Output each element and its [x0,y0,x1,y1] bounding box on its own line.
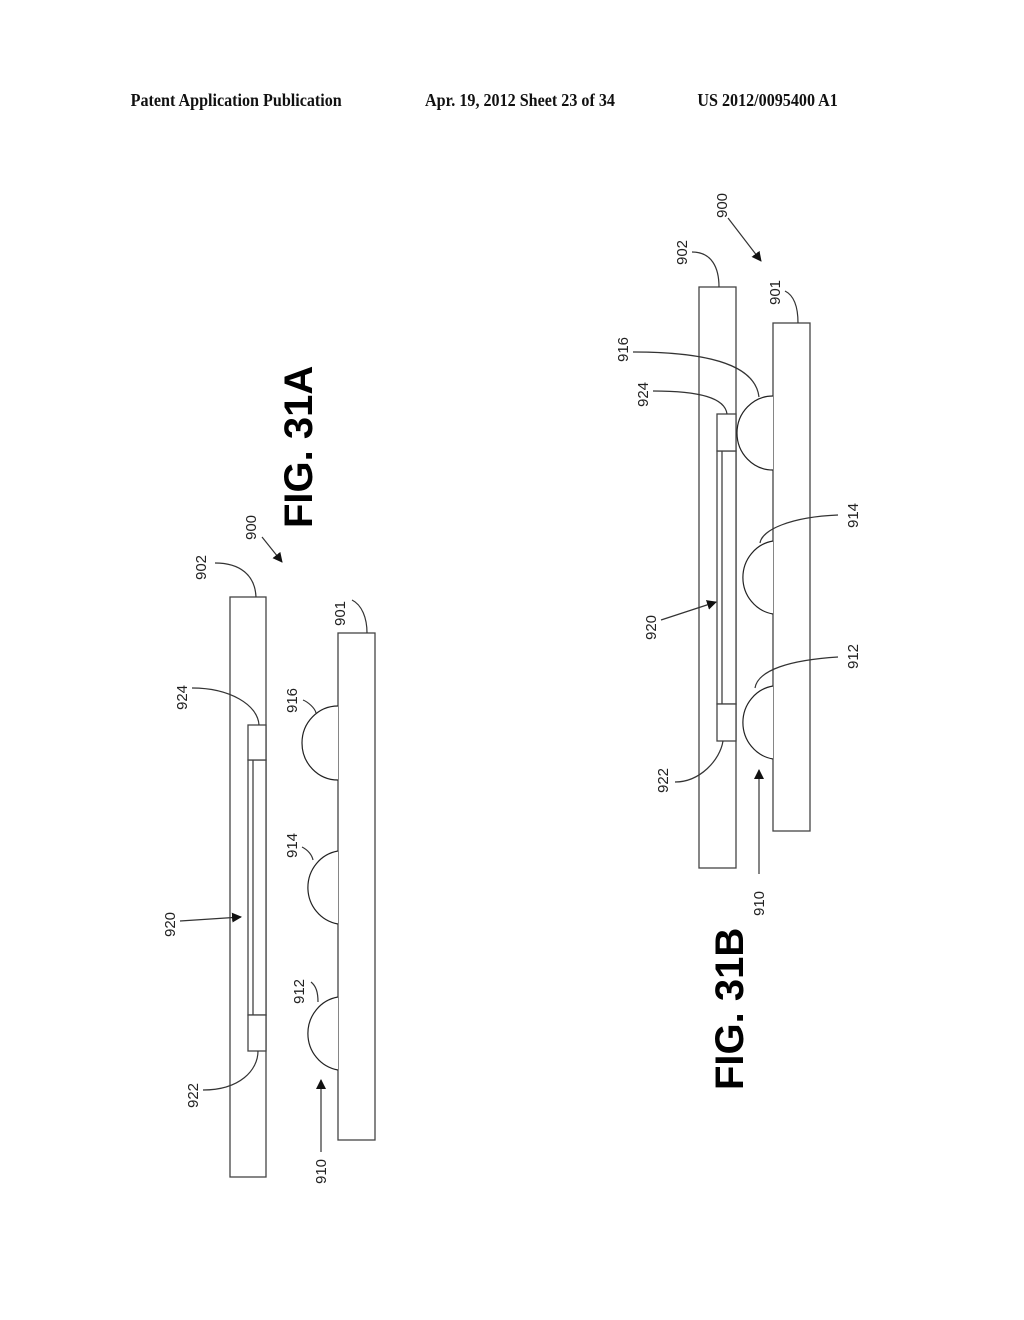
solder-bump-bottom [307,996,339,1071]
leader-912 [310,981,319,1003]
ref-912: 912 [845,644,862,669]
ref-902: 902 [674,240,691,265]
ref-901: 901 [332,601,349,626]
solder-bump-middle [307,850,339,925]
arrow-900 [261,536,283,563]
ref-920: 920 [643,615,660,640]
ref-900: 900 [714,193,731,218]
trace [247,759,267,1016]
leader-902 [691,251,720,288]
ref-916: 916 [284,688,301,713]
solder-bump-top [301,705,339,781]
ref-902: 902 [193,555,210,580]
ref-912: 912 [291,979,308,1004]
ref-910: 910 [751,891,768,916]
ref-914: 914 [845,503,862,528]
solder-bump-top [736,395,774,471]
lower-substrate [772,322,811,832]
figure-31b: 902 900 901 916 924 914 920 912 922 910 … [615,193,862,1090]
pad-bottom [247,1014,267,1052]
solder-bump-bottom [742,685,774,760]
leader-901 [351,599,368,634]
ref-916: 916 [615,337,632,362]
ref-924: 924 [174,685,191,710]
trace [716,450,737,705]
ref-924: 924 [635,382,652,407]
ref-901: 901 [767,280,784,305]
lower-substrate [337,632,376,1141]
leader-916 [302,699,317,714]
ref-922: 922 [185,1083,202,1108]
ref-920: 920 [162,912,179,937]
patent-drawing: 902 900 901 924 916 914 920 912 922 910 … [162,193,862,1184]
solder-bump-middle [742,540,774,615]
figure-31a: 902 900 901 924 916 914 920 912 922 910 … [162,366,376,1184]
pad-top [247,724,267,761]
ref-914: 914 [284,833,301,858]
figure-label-31b: FIG. 31B [708,928,752,1090]
leader-914 [301,846,314,861]
ref-922: 922 [655,768,672,793]
ref-910: 910 [313,1159,330,1184]
figure-label-31a: FIG. 31A [277,366,321,528]
leader-901 [784,290,799,324]
pad-bottom [716,703,737,742]
arrow-900 [727,217,762,262]
pad-top [716,413,737,452]
leader-902 [214,562,257,598]
ref-900: 900 [243,515,260,540]
